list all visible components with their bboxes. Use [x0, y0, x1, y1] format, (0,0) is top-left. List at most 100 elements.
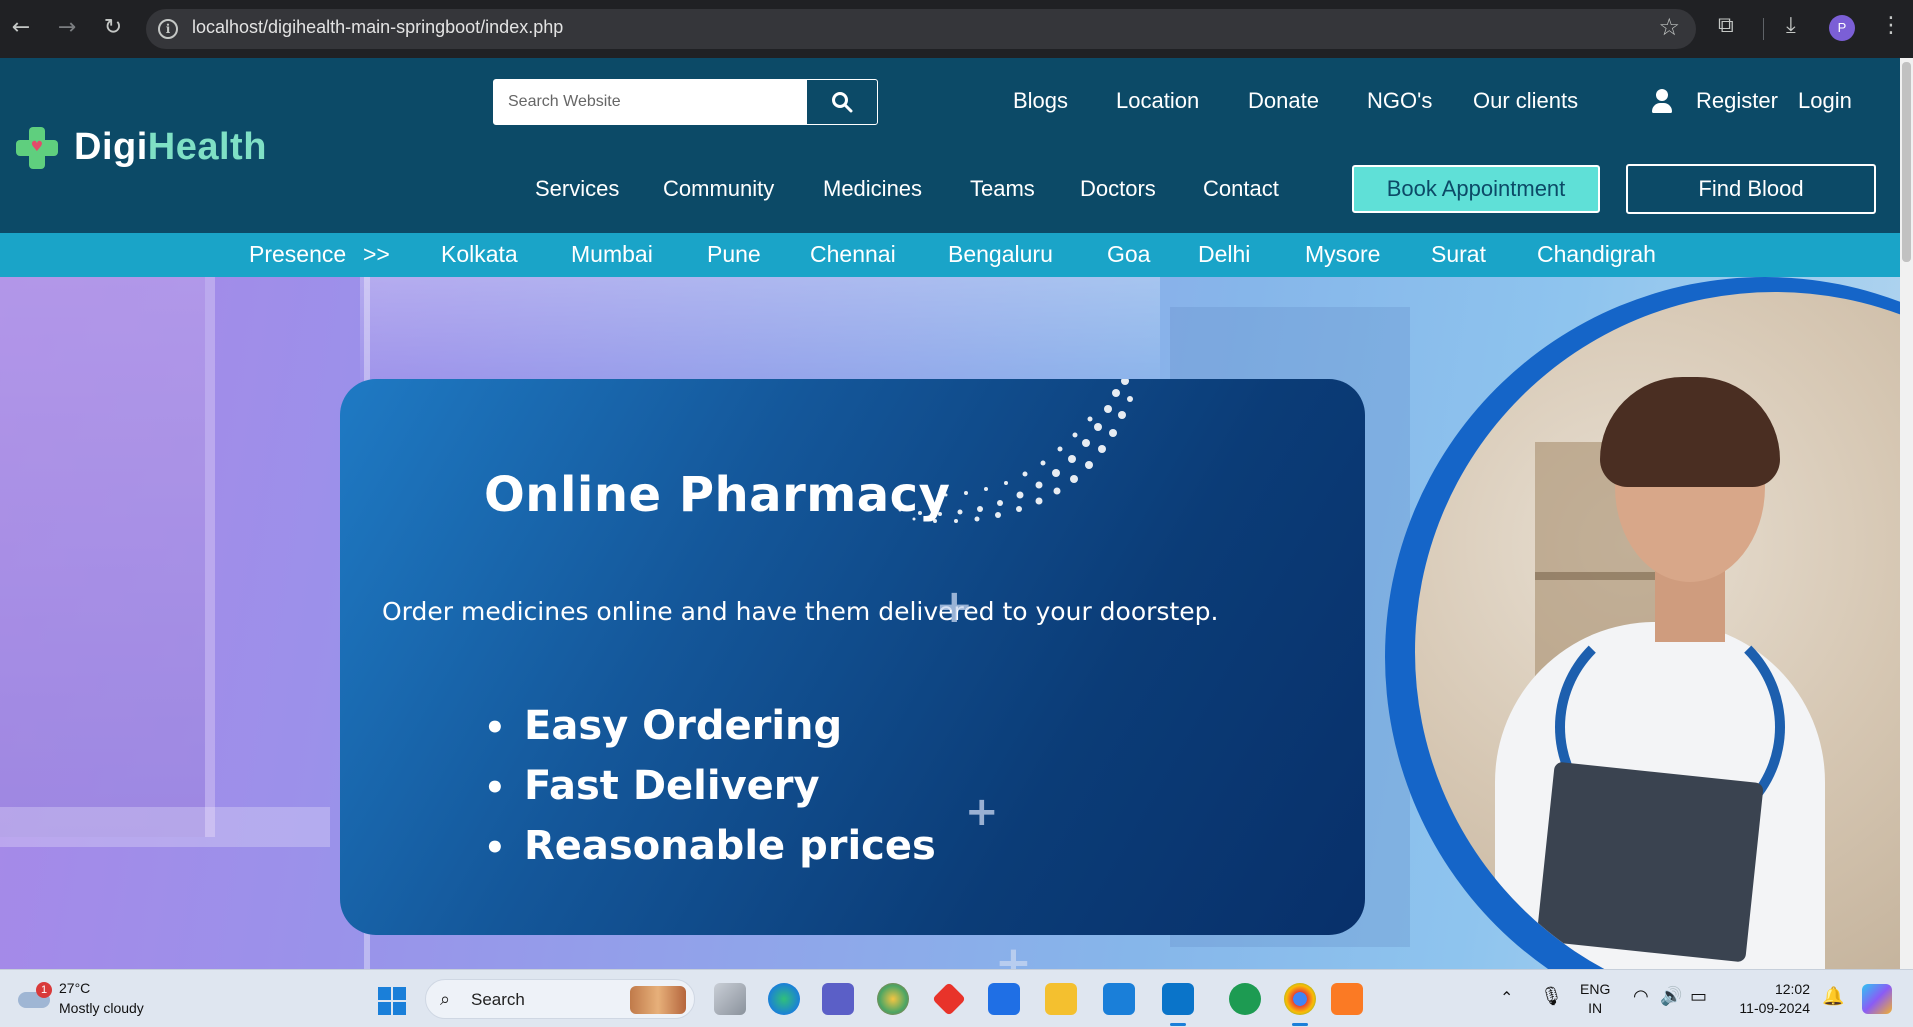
city-bengaluru[interactable]: Bengaluru [948, 241, 1053, 268]
copilot-icon[interactable] [1862, 984, 1892, 1014]
clock-date: 11-09-2024 [1739, 1000, 1810, 1016]
anydesk-icon[interactable] [932, 982, 966, 1016]
mongodb-compass-icon[interactable] [1229, 983, 1261, 1015]
logo-text-part2: Health [147, 126, 267, 168]
show-hidden-icons-chevron-icon[interactable]: ⌃ [1500, 988, 1513, 1008]
site-info-icon[interactable]: i [158, 19, 178, 39]
teams-icon[interactable] [822, 983, 854, 1015]
taskbar: 1 27°C Mostly cloudy ⌕ Search ⌃ 🎙 ENG IN… [0, 969, 1913, 1027]
city-mumbai[interactable]: Mumbai [571, 241, 653, 268]
battery-icon[interactable]: ▭ [1690, 986, 1707, 1007]
city-surat[interactable]: Surat [1431, 241, 1486, 268]
nav-contact[interactable]: Contact [1203, 176, 1279, 202]
browser-toolbar: ← → ↻ i localhost/digihealth-main-spring… [0, 0, 1913, 58]
nav-community[interactable]: Community [663, 176, 774, 202]
nav-donate[interactable]: Donate [1248, 88, 1319, 114]
logo-text: DigiHealth [74, 126, 267, 169]
menu-kebab-icon[interactable]: ⋮ [1880, 13, 1902, 38]
profile-avatar[interactable]: P [1829, 15, 1855, 41]
city-delhi[interactable]: Delhi [1198, 241, 1250, 268]
edge-browser-icon[interactable] [768, 983, 800, 1015]
background-sill [0, 807, 330, 847]
url-text[interactable]: localhost/digihealth-main-springboot/ind… [192, 17, 563, 38]
clock-time: 12:02 [1774, 981, 1810, 997]
taskbar-search-label: Search [471, 990, 525, 1009]
dropbox-icon[interactable] [988, 983, 1020, 1015]
feature-item: Fast Delivery [484, 757, 936, 817]
reload-icon[interactable]: ↻ [98, 13, 128, 43]
search-icon [832, 92, 853, 113]
city-chandigrah[interactable]: Chandigrah [1537, 241, 1656, 268]
plus-decoration-icon: + [935, 579, 974, 633]
address-bar[interactable]: i localhost/digihealth-main-springboot/i… [146, 9, 1696, 49]
login-link[interactable]: Login [1798, 88, 1852, 114]
nav-teams[interactable]: Teams [970, 176, 1035, 202]
xampp-icon[interactable] [1331, 983, 1363, 1015]
nav-location[interactable]: Location [1116, 88, 1199, 114]
city-goa[interactable]: Goa [1107, 241, 1150, 268]
doctor-photo [1415, 292, 1900, 969]
volume-icon[interactable]: 🔊 [1660, 986, 1682, 1007]
book-appointment-button[interactable]: Book Appointment [1352, 165, 1600, 213]
city-kolkata[interactable]: Kolkata [441, 241, 518, 268]
file-explorer-icon[interactable] [1045, 983, 1077, 1015]
nav-ngos[interactable]: NGO's [1367, 88, 1432, 114]
search-input[interactable] [494, 80, 807, 124]
mail-icon[interactable] [1103, 983, 1135, 1015]
user-icon[interactable] [1650, 89, 1674, 115]
search-icon: ⌕ [440, 989, 451, 1009]
nav-services[interactable]: Services [535, 176, 619, 202]
presence-label: Presence [249, 241, 347, 267]
nav-our-clients[interactable]: Our clients [1473, 88, 1578, 114]
notification-badge: 1 [36, 982, 52, 998]
taskbar-search[interactable]: ⌕ Search [425, 979, 695, 1019]
presence-arrow: >> [363, 241, 390, 267]
city-chennai[interactable]: Chennai [810, 241, 896, 268]
scrollbar-thumb[interactable] [1902, 62, 1911, 262]
pharmacy-card: Online Pharmacy Order medicines online a… [340, 379, 1365, 935]
system-clock[interactable]: 12:02 11-09-2024 [1730, 980, 1810, 1018]
nav-doctors[interactable]: Doctors [1080, 176, 1156, 202]
plus-decoration-icon: + [995, 937, 1032, 969]
chrome-canary-icon[interactable] [877, 983, 909, 1015]
nav-blogs[interactable]: Blogs [1013, 88, 1068, 114]
hero-features: Easy Ordering Fast Delivery Reasonable p… [484, 697, 936, 877]
find-blood-button[interactable]: Find Blood [1626, 164, 1876, 214]
plus-decoration-icon: + [965, 789, 999, 835]
language-indicator[interactable]: ENG IN [1580, 980, 1610, 1018]
hero-banner: Online Pharmacy Order medicines online a… [0, 277, 1900, 969]
windows-start-icon[interactable] [378, 987, 406, 1015]
site-header: ♥ DigiHealth Blogs Location Donate NGO's… [0, 58, 1900, 233]
microphone-icon[interactable]: 🎙 [1540, 986, 1563, 1007]
weather-cloud-icon[interactable]: 1 [18, 982, 52, 1010]
register-link[interactable]: Register [1696, 88, 1778, 114]
toolbar-divider [1763, 18, 1764, 40]
site-logo[interactable]: ♥ DigiHealth [16, 126, 267, 169]
presence-bar: Presence >> Kolkata Mumbai Pune Chennai … [0, 233, 1900, 277]
nav-medicines[interactable]: Medicines [823, 176, 922, 202]
site-search [493, 79, 878, 125]
city-pune[interactable]: Pune [707, 241, 761, 268]
download-icon[interactable]: ⤓ [1786, 13, 1796, 38]
hero-subtitle: Order medicines online and have them del… [382, 597, 1219, 626]
search-highlight-image [630, 986, 686, 1014]
weather-condition[interactable]: Mostly cloudy [59, 1000, 144, 1016]
chrome-icon[interactable] [1284, 983, 1316, 1026]
extensions-icon[interactable]: ⧉ [1718, 13, 1734, 38]
task-view-icon[interactable] [714, 983, 746, 1015]
bookmark-star-icon[interactable]: ☆ [1658, 13, 1680, 41]
search-button[interactable] [807, 80, 877, 124]
back-icon[interactable]: ← [6, 13, 36, 43]
page-scrollbar[interactable] [1900, 58, 1913, 969]
feature-item: Reasonable prices [484, 817, 936, 877]
forward-icon[interactable]: → [52, 13, 82, 43]
medical-cross-icon: ♥ [16, 126, 58, 169]
feature-item: Easy Ordering [484, 697, 936, 757]
wifi-icon[interactable]: ◠ [1633, 986, 1649, 1007]
city-mysore[interactable]: Mysore [1305, 241, 1380, 268]
notification-bell-icon[interactable]: 🔔 [1822, 986, 1844, 1007]
hero-title: Online Pharmacy [484, 467, 951, 523]
language-region: IN [1588, 1000, 1603, 1016]
vscode-icon[interactable] [1162, 983, 1194, 1026]
weather-temp[interactable]: 27°C [59, 980, 90, 996]
